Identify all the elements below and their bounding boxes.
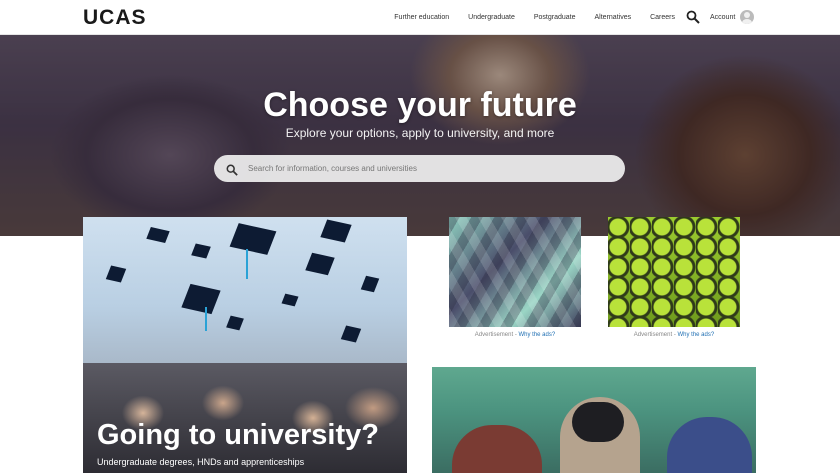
graduation-cap-image (191, 243, 211, 259)
tassel-image (205, 307, 207, 331)
nav-alternatives[interactable]: Alternatives (595, 14, 632, 21)
graduation-cap-image (281, 293, 299, 307)
advertisement-image[interactable] (608, 217, 740, 327)
ad-caption: Advertisement - Why the ads? (474, 332, 556, 338)
nav-undergraduate[interactable]: Undergraduate (468, 14, 515, 21)
person-image (452, 425, 542, 473)
avatar-icon (740, 10, 755, 24)
tassel-image (246, 249, 248, 279)
graduation-cap-image (105, 265, 127, 283)
main-nav: Further education Undergraduate Postgrad… (375, 0, 675, 35)
ucas-logo[interactable]: UCAS (83, 6, 147, 30)
graduation-cap-image (146, 227, 170, 243)
account-label: Account (710, 13, 736, 21)
graduation-cap-image (320, 219, 352, 243)
why-the-ads-link[interactable]: Why the ads? (519, 332, 556, 338)
graduation-cap-image (181, 283, 221, 315)
graduation-cap-image (340, 325, 362, 343)
account-button[interactable]: Account (710, 10, 755, 24)
site-header: UCAS Further education Undergraduate Pos… (0, 0, 840, 35)
graduation-cap-image (360, 275, 380, 293)
feature-title: Going to university? (97, 419, 379, 451)
why-the-ads-link[interactable]: Why the ads? (678, 332, 715, 338)
search-icon[interactable] (226, 163, 238, 176)
feature-card-going-to-university[interactable]: Going to university? Undergraduate degre… (83, 217, 407, 473)
hero-title: Choose your future (263, 86, 577, 124)
search-input[interactable] (246, 163, 610, 174)
person-image (667, 417, 752, 473)
graduation-cap-image (229, 223, 277, 255)
hero-search-bar[interactable] (214, 155, 625, 182)
hero-subtitle: Explore your options, apply to universit… (285, 126, 555, 140)
hero-banner: Choose your future Explore your options,… (0, 35, 840, 236)
nav-careers[interactable]: Careers (650, 14, 675, 21)
advertisement-image[interactable] (449, 217, 581, 327)
nav-further-education[interactable]: Further education (394, 14, 449, 21)
feature-subtitle: Undergraduate degrees, HNDs and apprenti… (97, 457, 305, 467)
nav-postgraduate[interactable]: Postgraduate (534, 14, 576, 21)
feature-card-image[interactable] (432, 367, 756, 473)
graduation-cap-image (226, 315, 244, 331)
graduation-cap-image (305, 252, 335, 276)
ad-caption: Advertisement - Why the ads? (633, 332, 715, 338)
search-icon[interactable] (686, 10, 700, 24)
person-image (572, 402, 624, 442)
